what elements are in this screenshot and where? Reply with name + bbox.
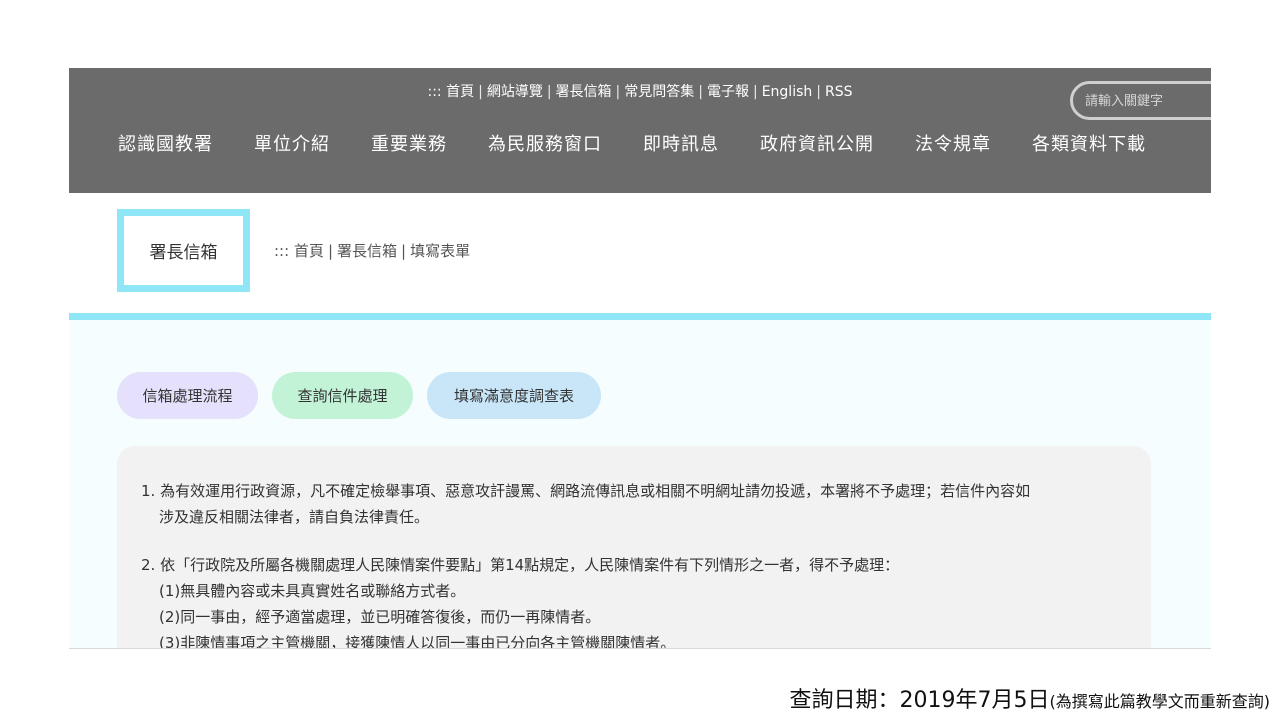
- query-date: 查詢日期：2019年7月5日: [789, 688, 1050, 713]
- separator: |: [752, 84, 758, 100]
- nav-item-about[interactable]: 認識國教署: [118, 130, 213, 162]
- nav-item-regulations[interactable]: 法令規章: [915, 130, 991, 162]
- nav-item-units[interactable]: 單位介紹: [254, 130, 330, 162]
- top-link-faq[interactable]: 常見問答集: [624, 81, 694, 101]
- nav-item-public-service[interactable]: 為民服務窗口: [488, 130, 602, 162]
- website-frame: ::: 首頁|網站導覽|署長信箱|常見問答集|電子報|English|RSS 認…: [69, 68, 1211, 649]
- nav-item-news[interactable]: 即時訊息: [643, 130, 719, 162]
- notice-subitem-2: (2)同一事由，經予適當處理，並已明確答復後，而仍一再陳情者。: [159, 608, 601, 626]
- section-divider: [69, 313, 1211, 320]
- search-input[interactable]: [1085, 90, 1211, 112]
- mailbox-process-button[interactable]: 信箱處理流程: [117, 372, 258, 419]
- query-date-note: (為撰寫此篇教學文而重新查詢): [1049, 692, 1271, 711]
- query-date-caption: 查詢日期：2019年7月5日(為撰寫此篇教學文而重新查詢): [790, 682, 1270, 714]
- site-header: ::: 首頁|網站導覽|署長信箱|常見問答集|電子報|English|RSS 認…: [69, 68, 1211, 193]
- nav-item-key-business[interactable]: 重要業務: [371, 130, 447, 162]
- top-link-english[interactable]: English: [762, 84, 813, 100]
- notice-item-2: 2. 依「行政院及所屬各機關處理人民陳情案件要點」第14點規定，人民陳情案件有下…: [141, 556, 900, 574]
- screenshot-bottom-edge: [69, 648, 1211, 649]
- query-letter-button[interactable]: 查詢信件處理: [272, 372, 413, 419]
- notice-item-1-cont: 涉及違反相關法律者，請自負法律責任。: [159, 508, 430, 526]
- top-link-newsletter[interactable]: 電子報: [707, 81, 749, 101]
- notice-subitem-3: (3)非陳情事項之主管機關，接獲陳情人以同一事由已分向各主管機關陳情者。: [159, 634, 676, 649]
- top-link-home[interactable]: ::: 首頁: [428, 81, 475, 101]
- top-links-bar: ::: 首頁 | 網站導覽 | 署長信箱 | 常見問答集 | 電子報 | English | RSS: [69, 81, 1211, 101]
- notice-subitem-1: (1)無具體內容或未具真實姓名或聯絡方式者。: [159, 582, 466, 600]
- separator: |: [698, 84, 703, 100]
- content-area: 信箱處理流程 查詢信件處理 填寫滿意度調查表 1. 為有效運用行政資源，凡不確定…: [69, 320, 1211, 649]
- top-link-sitemap[interactable]: 網站導覽: [487, 81, 543, 101]
- nav-item-downloads[interactable]: 各類資料下載: [1032, 130, 1146, 162]
- search-box: [1070, 81, 1211, 120]
- top-link-rss[interactable]: RSS: [825, 84, 853, 100]
- separator: |: [615, 84, 621, 100]
- notice-item-1: 1. 為有效運用行政資源，凡不確定檢舉事項、惡意攻訐謾罵、網路流傳訊息或相關不明…: [141, 482, 1031, 500]
- separator: |: [327, 242, 333, 260]
- separator: |: [546, 84, 552, 100]
- separator: |: [478, 84, 483, 100]
- notice-panel: 1. 為有效運用行政資源，凡不確定檢舉事項、惡意攻訐謾罵、網路流傳訊息或相關不明…: [117, 446, 1151, 649]
- breadcrumb: ::: 首頁 | 署長信箱 | 填寫表單: [274, 240, 470, 261]
- nav-item-gov-info[interactable]: 政府資訊公開: [760, 130, 874, 162]
- breadcrumb-director-mailbox[interactable]: 署長信箱: [337, 240, 397, 261]
- breadcrumb-fill-form[interactable]: 填寫表單: [410, 240, 470, 261]
- satisfaction-survey-button[interactable]: 填寫滿意度調查表: [427, 372, 601, 419]
- breadcrumb-home[interactable]: ::: 首頁: [274, 240, 324, 261]
- separator: |: [816, 84, 821, 100]
- separator: |: [401, 242, 407, 260]
- main-nav: 認識國教署 單位介紹 重要業務 為民服務窗口 即時訊息 政府資訊公開 法令規章 …: [118, 130, 1187, 162]
- page-title: 署長信箱: [117, 209, 250, 292]
- top-link-director-mailbox[interactable]: 署長信箱: [556, 81, 612, 101]
